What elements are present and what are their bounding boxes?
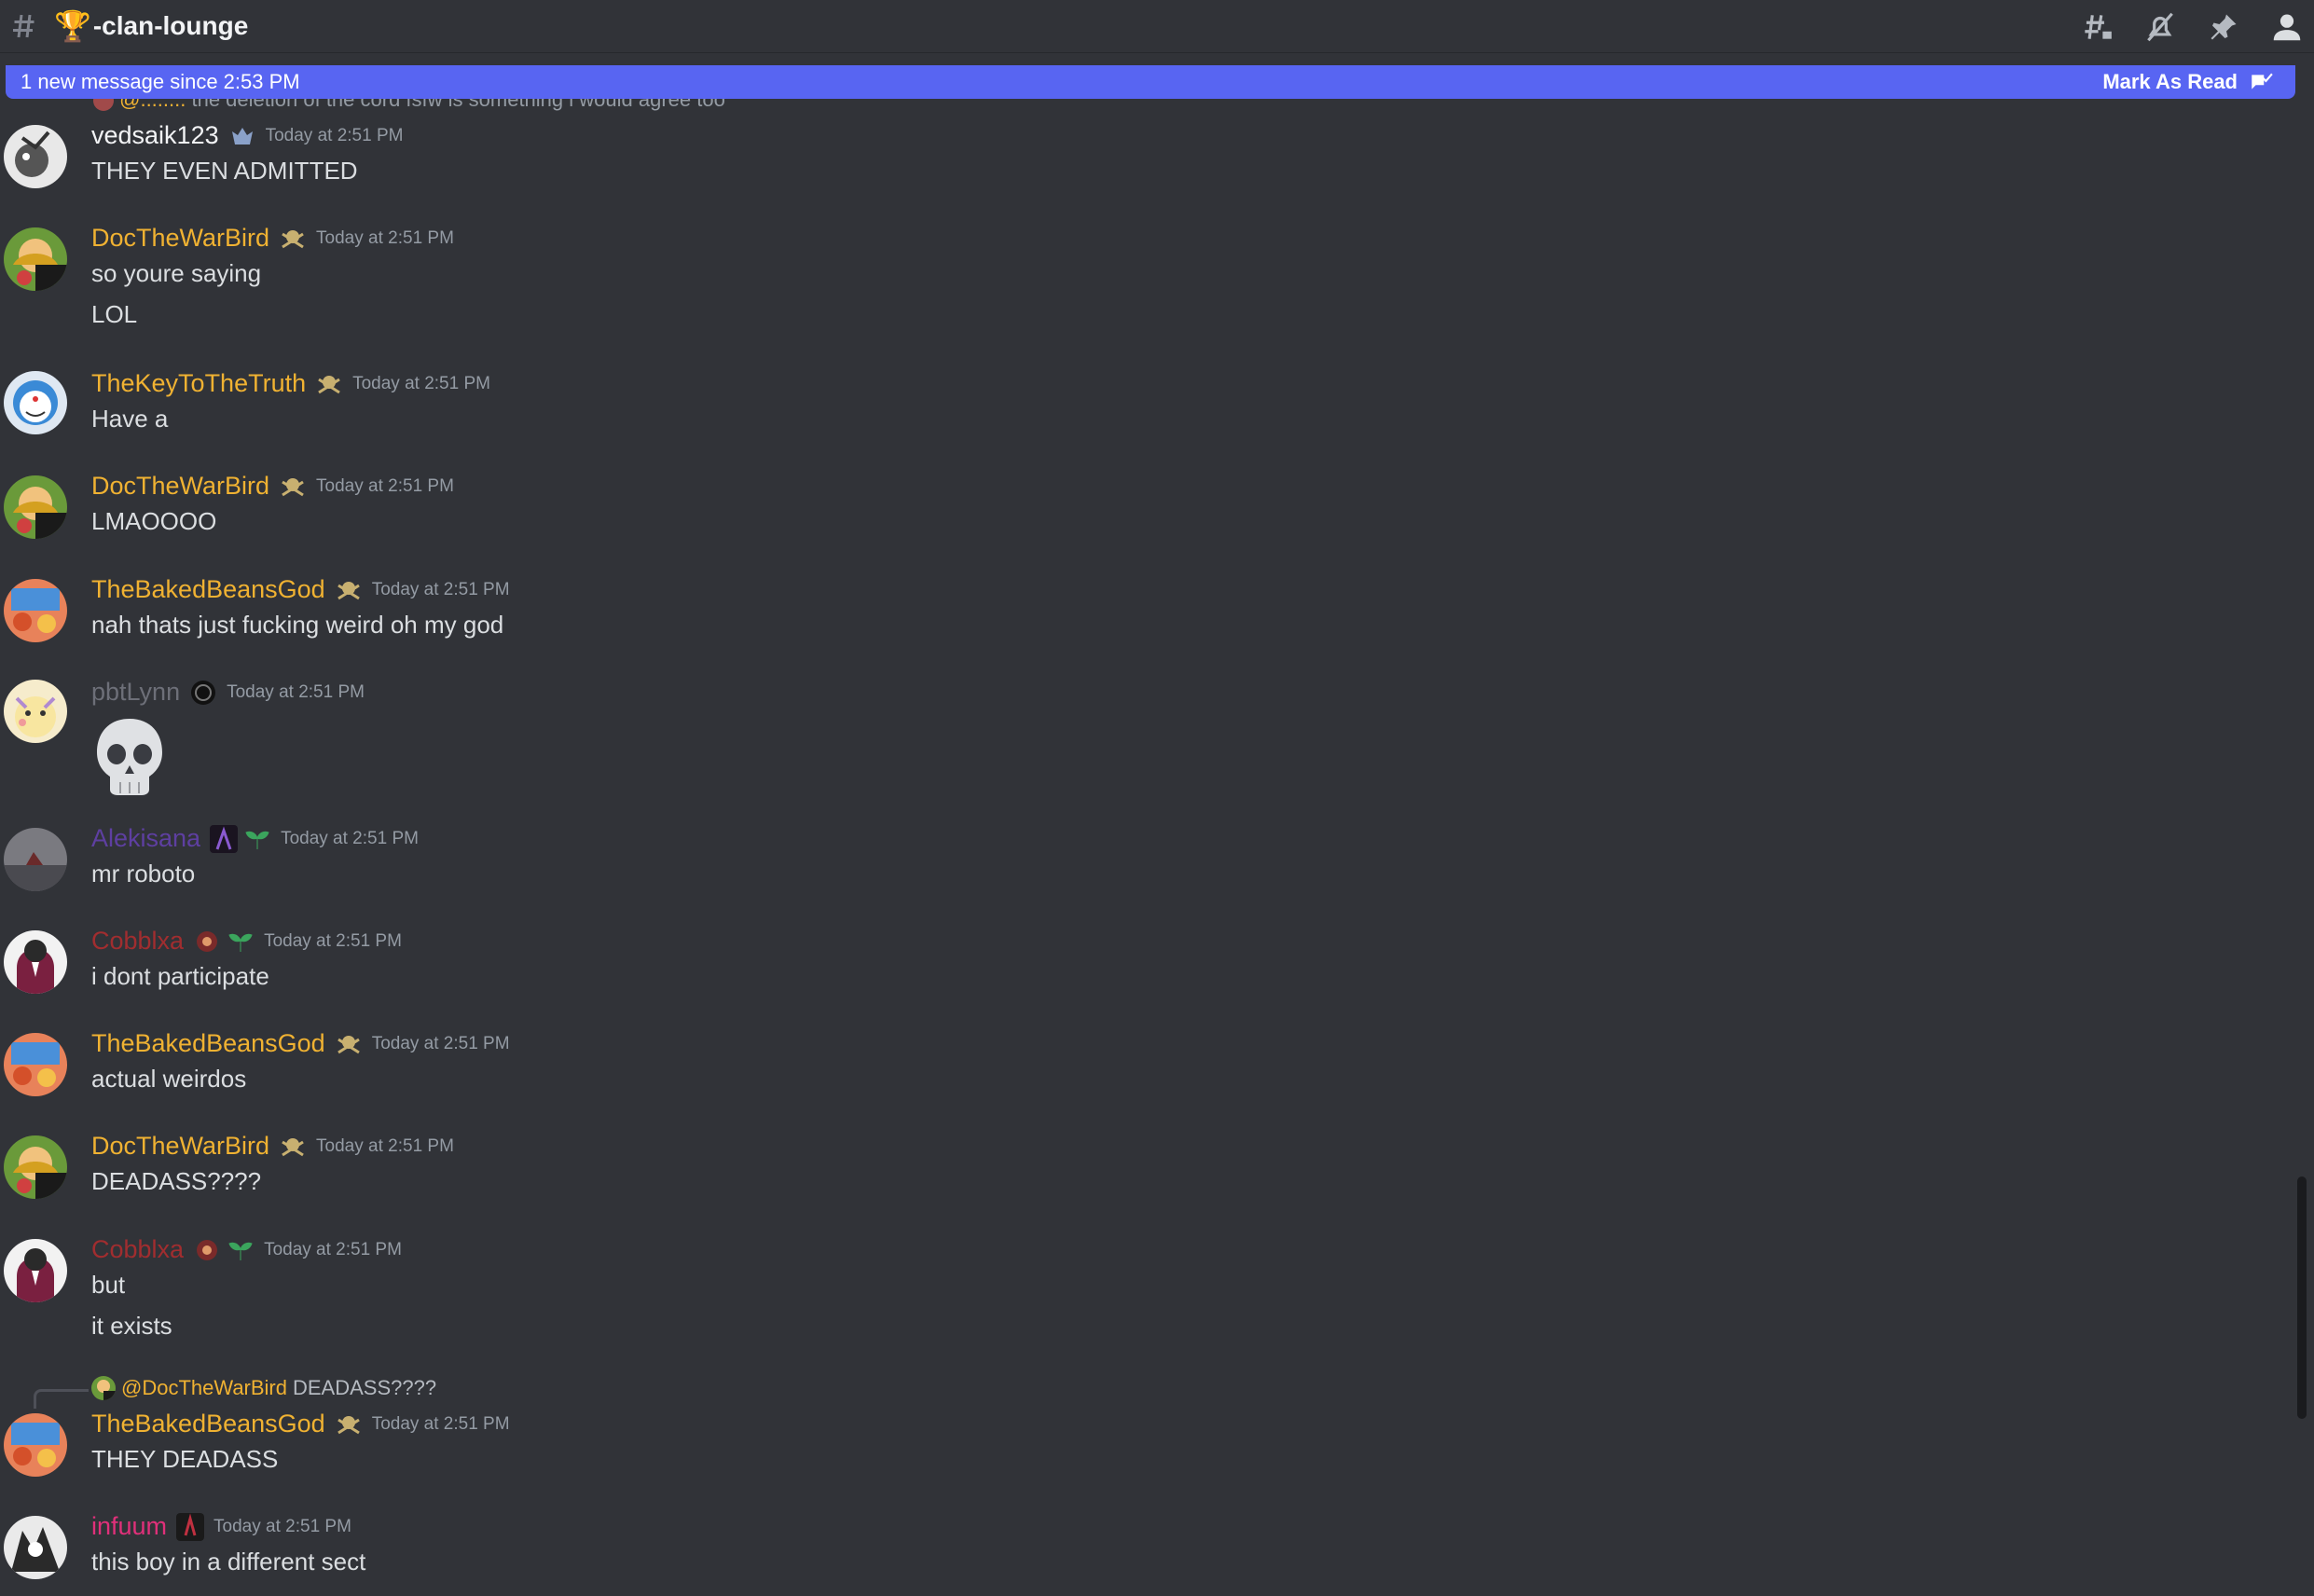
message-text: it exists: [91, 1312, 172, 1340]
timestamp: Today at 2:51 PM: [352, 373, 490, 393]
sprout-badge-icon: [228, 933, 253, 952]
timestamp: Today at 2:51 PM: [227, 681, 365, 702]
username[interactable]: TheBakedBeansGod: [91, 1410, 325, 1438]
role-badge-icon: [191, 680, 216, 705]
avatar[interactable]: [4, 1033, 67, 1096]
message-text: LOL: [91, 300, 138, 328]
message-text: actual weirdos: [91, 1065, 247, 1093]
role-badge-icon: [176, 1512, 205, 1541]
avatar[interactable]: [4, 1135, 67, 1199]
role-badge-icon: [282, 229, 304, 248]
new-messages-text: 1 new message since 2:53 PM: [21, 70, 300, 93]
username[interactable]: TheBakedBeansGod: [91, 575, 325, 604]
reply-text: DEADASS????: [293, 1376, 437, 1399]
role-badge-icon: [231, 127, 253, 144]
timestamp: Today at 2:51 PM: [281, 828, 419, 848]
message-text: so youre saying: [91, 259, 262, 287]
scrollbar-thumb[interactable]: [2297, 1176, 2307, 1419]
username[interactable]: Cobblxa: [91, 1235, 184, 1264]
sprout-badge-icon: [245, 831, 269, 849]
message-text: i dont participate: [91, 962, 269, 990]
message-text: this boy in a different sect: [91, 1548, 366, 1575]
timestamp: Today at 2:51 PM: [371, 579, 510, 599]
pin-icon[interactable]: [2202, 6, 2245, 48]
channel-name: -clan-lounge: [92, 11, 249, 40]
timestamp: Today at 2:51 PM: [264, 1239, 402, 1259]
channel-header: 🏆 -clan-lounge: [0, 0, 2314, 53]
avatar[interactable]: [4, 1516, 67, 1579]
username[interactable]: DocTheWarBird: [91, 1132, 269, 1161]
timestamp: Today at 2:51 PM: [371, 1033, 510, 1053]
reply-avatar: [91, 1376, 116, 1400]
username[interactable]: DocTheWarBird: [91, 472, 269, 501]
avatar[interactable]: [4, 371, 67, 434]
avatar[interactable]: [4, 1239, 67, 1302]
username[interactable]: vedsaik123: [91, 121, 219, 150]
mark-read-icon: [2252, 73, 2273, 89]
username[interactable]: TheBakedBeansGod: [91, 1029, 325, 1058]
avatar[interactable]: [4, 125, 67, 188]
username[interactable]: Alekisana: [91, 824, 200, 853]
message-text: mr roboto: [91, 860, 196, 887]
threads-icon[interactable]: [2075, 6, 2118, 48]
role-badge-icon: [282, 477, 304, 496]
message-text: DEADASS????: [91, 1167, 262, 1195]
timestamp: Today at 2:51 PM: [213, 1516, 351, 1536]
role-badge-icon: [197, 930, 218, 952]
reply-reference[interactable]: @DocTheWarBird DEADASS????: [91, 1376, 436, 1400]
role-badge-icon: [337, 581, 360, 599]
timestamp: Today at 2:51 PM: [316, 227, 454, 248]
role-badge-icon: [337, 1035, 360, 1053]
new-messages-banner[interactable]: 1 new message since 2:53 PM Mark As Read: [6, 65, 2295, 99]
mark-as-read-button[interactable]: Mark As Read: [2102, 70, 2273, 94]
avatar[interactable]: [4, 227, 67, 291]
sprout-badge-icon: [228, 1242, 253, 1260]
username[interactable]: pbtLynn: [91, 678, 180, 707]
timestamp: Today at 2:51 PM: [264, 930, 402, 951]
avatar[interactable]: [4, 579, 67, 642]
role-badge-icon: [282, 1137, 304, 1156]
skull-emoji-icon: [97, 719, 162, 795]
member-list-icon[interactable]: [2266, 6, 2308, 48]
message-text: Have a: [91, 405, 169, 433]
reply-mention[interactable]: @DocTheWarBird: [121, 1376, 287, 1400]
message-text: but: [91, 1271, 126, 1299]
timestamp: Today at 2:51 PM: [316, 475, 454, 496]
avatar[interactable]: [4, 828, 67, 891]
text-channel-icon: [13, 14, 34, 38]
avatar[interactable]: [4, 1413, 67, 1477]
timestamp: Today at 2:51 PM: [316, 1135, 454, 1156]
role-badge-icon: [318, 375, 340, 393]
username[interactable]: infuum: [91, 1512, 167, 1541]
role-badge-icon: [337, 1415, 360, 1434]
avatar[interactable]: [4, 475, 67, 539]
role-badge-icon: [197, 1239, 218, 1260]
avatar[interactable]: [4, 680, 67, 743]
trophy-icon: 🏆: [54, 9, 91, 43]
message-text: THEY EVEN ADMITTED: [91, 157, 358, 185]
message-text: nah thats just fucking weird oh my god: [91, 611, 504, 639]
message-text: THEY DEADASS: [91, 1445, 279, 1473]
message-text: LMAOOOO: [91, 507, 217, 535]
mute-icon[interactable]: [2139, 6, 2182, 48]
username[interactable]: DocTheWarBird: [91, 224, 269, 253]
avatar[interactable]: [4, 930, 67, 994]
reply-connector: [34, 1389, 89, 1409]
username[interactable]: TheKeyToTheTruth: [91, 369, 306, 398]
timestamp: Today at 2:51 PM: [371, 1413, 510, 1434]
timestamp: Today at 2:51 PM: [265, 125, 404, 145]
username[interactable]: Cobblxa: [91, 927, 184, 956]
role-badge-icon: [210, 824, 239, 853]
